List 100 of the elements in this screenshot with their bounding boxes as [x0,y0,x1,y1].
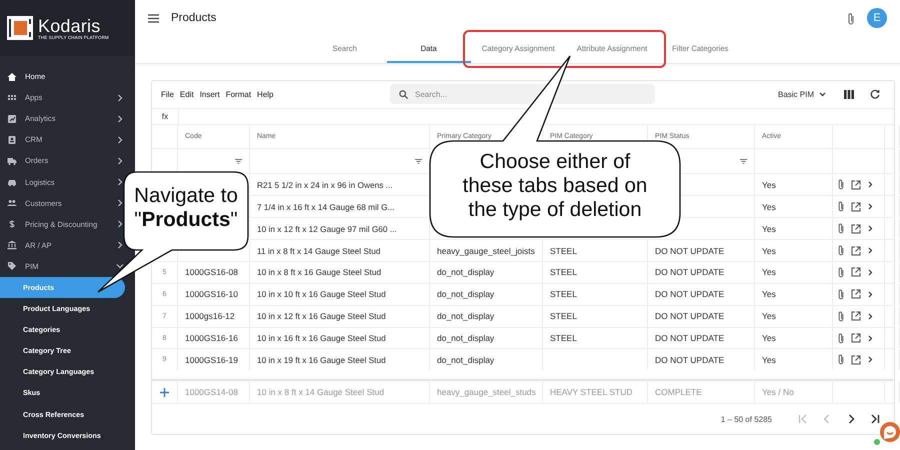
table-cell: Yes [762,180,776,190]
table-cell: DO NOT UPDATE [655,289,724,300]
table-cell: 10 in x 8 ft x 16 Gauge Steel Stud [257,267,382,278]
table-cell: 10 in x 10 ft x 16 Gauge Steel Stud [257,289,386,300]
table-cell: STEEL [550,246,577,256]
callout-text: Choose either of these tabs based on the type of deletion [462,150,648,222]
view-dropdown[interactable]: Basic PIM [778,90,826,99]
open-external-icon[interactable] [851,202,861,212]
table-cell: Yes [762,267,776,278]
formula-label: fx [162,112,168,121]
open-external-icon[interactable] [851,333,861,344]
table-cell: do_not_display [437,354,494,365]
chevron-right-icon[interactable] [868,290,873,298]
table-cell: do_not_display [437,267,494,278]
chevron-right-icon[interactable] [868,247,873,254]
open-external-icon[interactable] [851,289,861,300]
chevron-right-icon[interactable] [868,203,873,210]
table-cell: DO NOT UPDATE [655,246,724,256]
table-cell: DO NOT UPDATE [655,311,724,322]
paperclip-icon[interactable] [838,332,844,344]
chevron-right-icon[interactable] [868,356,873,364]
filter-icon[interactable] [415,158,422,164]
caret-icon [819,92,826,97]
table-cell: 1000GS16-10 [185,289,238,300]
table-cell: STEEL [550,267,577,278]
paperclip-icon[interactable] [838,179,844,190]
table-cell: 10 in x 12 ft x 16 Gauge Steel Stud [257,311,386,322]
table-cell: STEEL [550,289,577,300]
chart-icon [7,114,17,124]
add-icon[interactable] [160,388,169,397]
home-icon [7,72,17,82]
page-title: Products [171,12,218,24]
last-page-icon[interactable] [870,414,880,424]
table-cell: DO NOT UPDATE [655,354,724,365]
page-range: 1 – 50 of 5285 [720,414,772,424]
paperclip-icon[interactable] [838,223,844,234]
chevron-right-icon[interactable] [868,334,873,342]
table-cell: Yes [762,246,776,256]
menu-item[interactable]: Help [257,90,274,99]
columns-icon[interactable] [844,90,854,99]
chevron-right-icon[interactable] [868,268,873,276]
menu-icon[interactable] [148,14,159,22]
paperclip-icon[interactable] [838,354,844,366]
paperclip-icon[interactable] [838,288,844,300]
search-field[interactable]: Search... [390,84,655,104]
open-external-icon[interactable] [851,246,861,256]
table-cell: do_not_display [437,333,494,344]
next-page-icon[interactable] [846,414,856,424]
table-cell: R21 5 1/2 in x 24 in x 96 in Owens ... [257,180,393,190]
table-cell: Yes [762,333,776,344]
filter-icon[interactable] [235,158,242,164]
open-external-icon[interactable] [851,224,861,234]
paperclip-icon[interactable] [838,245,844,256]
table-cell: Yes [762,354,776,365]
people-icon [7,198,17,208]
table-cell: 11 in x 8 ft x 14 Gauge Steel Stud [257,246,380,256]
dollar-icon [7,219,17,230]
table-cell: STEEL [550,333,577,344]
table-cell: do_not_display [437,289,494,300]
table-cell: Yes [762,202,776,212]
table-cell: 10 in x 16 ft x 16 Gauge Steel Stud [257,333,386,344]
table-cell: 1000GS16-08 [185,267,238,278]
chevron-right-icon[interactable] [868,225,873,232]
refresh-icon[interactable] [870,89,880,100]
table-cell: DO NOT UPDATE [655,267,724,278]
menu-item[interactable]: File [161,90,174,99]
menu-item[interactable]: Format [226,90,252,99]
open-external-icon[interactable] [851,180,861,190]
table-cell: 1000gs16-12 [185,311,235,322]
table-cell: 1000GS16-19 [185,354,238,365]
menu-item[interactable]: Insert [200,90,220,99]
search-icon [398,90,408,100]
table-cell: Yes [762,311,776,322]
tag-icon [7,261,17,272]
chevron-right-icon[interactable] [868,312,873,320]
table-cell: 10 in x 12 ft x 12 Gauge 97 mil G60 ... [257,224,397,234]
open-external-icon[interactable] [851,354,861,365]
filter-icon[interactable] [740,158,747,164]
table-cell: 1000GS16-16 [185,333,238,344]
contact-card-icon [7,134,17,145]
callout-text: Navigate to "Products" [133,184,239,232]
menu-item[interactable]: Edit [180,90,194,99]
table-cell: STEEL [550,311,577,322]
table-cell: Yes [762,289,776,300]
table-cell: 10 in x 19 ft x 16 Gauge Steel Stud [257,354,386,365]
table-cell: DO NOT UPDATE [655,333,724,344]
chevron-right-icon[interactable] [868,181,873,188]
paperclip-icon[interactable] [838,266,844,278]
table-cell: Yes [762,224,776,234]
paperclip-icon[interactable] [847,12,855,24]
paperclip-icon[interactable] [838,201,844,212]
grid-icon [7,92,17,103]
paperclip-icon[interactable] [838,310,844,322]
car-icon [7,177,17,188]
brand-name: Kodaris [38,16,102,34]
open-external-icon[interactable] [851,311,861,322]
table-cell: do_not_display [437,311,494,322]
table-cell: heavy_gauge_steel_joists [437,246,535,256]
open-external-icon[interactable] [851,267,861,278]
truck-icon [7,156,17,166]
